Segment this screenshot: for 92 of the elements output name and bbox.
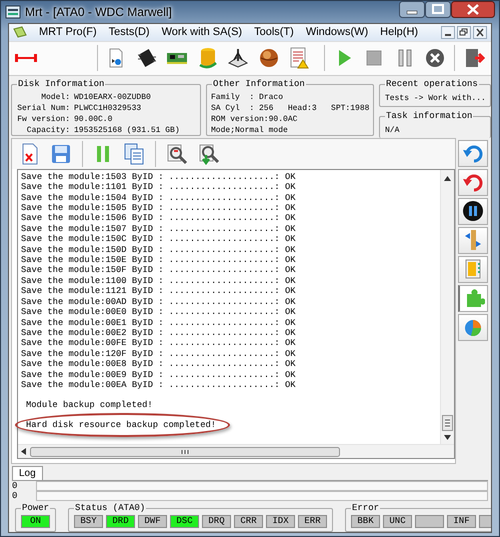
copy-icon[interactable] bbox=[123, 142, 145, 165]
log-line: Save the module:00E2 ByID : ....................: OK bbox=[21, 328, 297, 338]
field-value: 1953525168 (931.51 GB) bbox=[74, 124, 181, 136]
status-lamp: DWF bbox=[138, 515, 167, 528]
group-title: Recent operations bbox=[385, 78, 479, 89]
field-value: PLWCC1H0329533 bbox=[74, 102, 142, 114]
save-icon[interactable] bbox=[50, 142, 72, 165]
connector-icon[interactable] bbox=[15, 52, 37, 64]
minimize-button[interactable] bbox=[441, 26, 455, 39]
log-line: Save the module:150F ByID : ....................: OK bbox=[21, 265, 297, 276]
search-download-icon[interactable] bbox=[198, 142, 220, 165]
info-line: SA Cyl : 256 Head:3 SPT:1988 bbox=[211, 102, 369, 114]
field-value: WD10EARX-00ZUDB0 bbox=[74, 92, 152, 103]
status-lamp: UNC bbox=[383, 515, 412, 528]
minimize-button[interactable] bbox=[399, 1, 425, 18]
log-line: Save the module:1507 ByID : ....................: OK bbox=[21, 224, 297, 234]
log-line: Save the module:1121 ByID : ....................: OK bbox=[21, 286, 297, 297]
log-line: Save the module:00FE ByID : ....................: OK bbox=[21, 338, 297, 349]
group-title: Error bbox=[351, 503, 380, 513]
status-lamp: DRQ bbox=[202, 515, 231, 528]
log-message: Hard disk resource backup completed! bbox=[21, 420, 216, 430]
field-label: Fw version: bbox=[16, 114, 70, 125]
log-line: Save the module:1506 ByID : ....................: OK bbox=[21, 213, 297, 224]
log-tab[interactable]: Log bbox=[12, 466, 43, 480]
status-lamp: DSC bbox=[170, 515, 199, 528]
status-lamp: ERR bbox=[298, 515, 327, 528]
field-value: 90.00C.0 bbox=[74, 114, 114, 125]
menu-item[interactable]: Tests(D) bbox=[108, 26, 150, 38]
pause-icon bbox=[462, 200, 484, 222]
vertical-scrollbar[interactable] bbox=[440, 170, 454, 444]
scroll-thumb-icon[interactable] bbox=[30, 446, 340, 456]
scroll-thumb-icon[interactable] bbox=[442, 415, 453, 431]
menu-item[interactable]: Help(H) bbox=[380, 26, 418, 38]
menu-item[interactable]: Work with SA(S) bbox=[162, 26, 242, 38]
database-icon[interactable] bbox=[196, 47, 219, 70]
counter-value: 0 bbox=[12, 481, 18, 491]
info-line: Mode;Normal mode bbox=[211, 124, 289, 136]
log-line: Save the module:00E0 ByID : ....................: OK bbox=[21, 307, 297, 318]
status-lamp: INF bbox=[447, 515, 476, 528]
horizontal-scrollbar[interactable] bbox=[18, 444, 454, 458]
log-line: Save the module:150E ByID : ....................: OK bbox=[21, 255, 297, 266]
log-line: Save the module:00AD ByID : ....................: OK bbox=[21, 296, 297, 308]
log-line: Save the module:150D ByID : ....................: OK bbox=[21, 244, 297, 256]
log-line: Save the module:1101 ByID : ....................: OK bbox=[21, 182, 297, 193]
cancel-icon[interactable] bbox=[424, 47, 446, 70]
close-button[interactable] bbox=[451, 1, 495, 18]
status-lamp: DRD bbox=[106, 515, 135, 528]
log-line: Save the module:1100 ByID : ....................: OK bbox=[21, 276, 297, 286]
log-line: Save the module:00EA ByID : ....................: OK bbox=[21, 380, 297, 390]
window-title: Mrt - [ATA0 - WDC Marwell] bbox=[25, 5, 172, 19]
search-icon[interactable] bbox=[166, 142, 188, 165]
menu-item[interactable]: MRT Pro(F) bbox=[39, 26, 97, 38]
log-line: Save the module:150C ByID : ....................: OK bbox=[21, 234, 297, 245]
close-button[interactable] bbox=[473, 26, 487, 39]
delete-file-icon[interactable] bbox=[20, 142, 40, 165]
field-label: Serial Num: bbox=[16, 102, 70, 114]
field-label: Capacity: bbox=[26, 124, 70, 136]
info-line: Family : Draco bbox=[211, 92, 284, 103]
log-line: Save the module:1503 ByID : ....................: OK bbox=[21, 172, 297, 182]
log-line: Save the module:00E8 ByID : ....................: OK bbox=[21, 359, 297, 370]
log-line: Save the module:120F ByID : ....................: OK bbox=[21, 348, 297, 360]
report-warning-icon[interactable] bbox=[288, 47, 310, 70]
side-tool-button[interactable] bbox=[458, 198, 488, 225]
maximize-button[interactable] bbox=[425, 1, 451, 18]
restore-button[interactable] bbox=[457, 26, 471, 39]
status-lamp: IDX bbox=[266, 515, 295, 528]
menu-item[interactable]: Tools(T) bbox=[254, 26, 294, 38]
log-line: Save the module:00E9 ByID : ....................: OK bbox=[21, 370, 297, 380]
group-title: Power bbox=[21, 503, 50, 513]
chip-icon[interactable] bbox=[136, 47, 158, 70]
counter-value: 0 bbox=[12, 491, 18, 501]
status-lamp: CRR bbox=[234, 515, 263, 528]
group-title: Task information bbox=[385, 110, 474, 121]
group-title: Disk Information bbox=[17, 78, 106, 89]
recent-operation: Tests -> Work with... bbox=[385, 92, 486, 104]
app-icon bbox=[5, 5, 21, 19]
scroll-up-arrow-icon[interactable] bbox=[444, 176, 451, 181]
field-label: Model: bbox=[40, 92, 70, 103]
log-line: Save the module:00E1 ByID : ....................: OK bbox=[21, 318, 297, 328]
scroll-left-arrow-icon[interactable] bbox=[21, 448, 26, 455]
status-lamp: BSY bbox=[74, 515, 103, 528]
group-title: Status (ATA0) bbox=[74, 503, 146, 513]
log-message: Module backup completed! bbox=[25, 400, 153, 410]
status-lamp: ON bbox=[21, 515, 50, 528]
log-line: Save the module:1504 ByID : ....................: OK bbox=[21, 192, 297, 204]
scroll-down-arrow-icon[interactable] bbox=[444, 435, 451, 440]
log-line: Save the module:1505 ByID : ....................: OK bbox=[21, 203, 297, 214]
status-lamp: BBK bbox=[351, 515, 380, 528]
task-status: N/A bbox=[385, 124, 400, 136]
info-line: ROM version:90.0AC bbox=[211, 114, 298, 125]
group-title: Other Information bbox=[212, 78, 306, 89]
menu-item[interactable]: Windows(W) bbox=[306, 26, 368, 38]
